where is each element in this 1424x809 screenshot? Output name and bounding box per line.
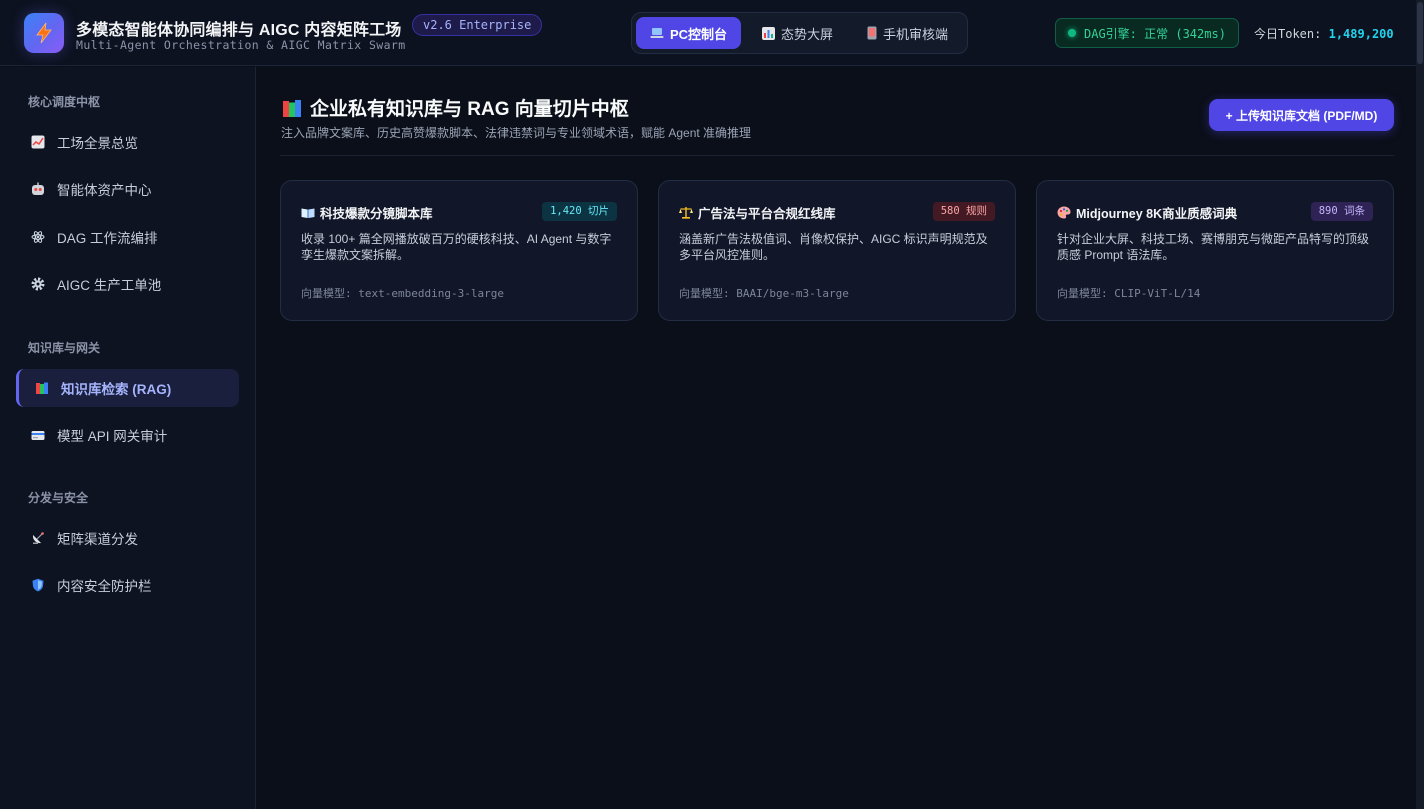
knowledge-base-card[interactable]: 广告法与平台合规红线库 580 规则 涵盖新广告法极值词、肖像权保护、AIGC …: [658, 180, 1016, 321]
robot-icon: [31, 182, 45, 196]
card-description: 针对企业大屏、科技工场、赛博朋克与微距产品特写的顶级质感 Prompt 语法库。: [1057, 232, 1370, 262]
engine-status-text: DAG引擎: 正常 (342ms): [1084, 26, 1226, 41]
version-badge: v2.6 Enterprise: [412, 14, 543, 36]
header-divider: [280, 155, 1394, 156]
gear-icon: [31, 277, 45, 291]
card-description: 收录 100+ 篇全网播放破百万的硬核科技、AI Agent 与数字孪生爆款文案…: [301, 232, 612, 262]
tab-situation-screen[interactable]: 态势大屏: [748, 17, 847, 49]
credit-card-icon: [31, 428, 45, 442]
scrollbar-thumb[interactable]: [1417, 2, 1423, 64]
embedding-model-label: 向量模型: CLIP-ViT-L/14: [1057, 287, 1201, 300]
sidebar-group-title: 核心调度中枢: [28, 95, 101, 109]
tab-label: 手机审核端: [883, 26, 949, 42]
term-count-badge: 890 词条: [1310, 202, 1373, 221]
sidebar-item-agent-assets[interactable]: 智能体资产中心: [16, 170, 239, 208]
token-value: 1,489,200: [1328, 27, 1394, 41]
knowledge-base-card[interactable]: 科技爆款分镜脚本库 1,420 切片 收录 100+ 篇全网播放破百万的硬核科技…: [280, 180, 638, 321]
tab-pc-console[interactable]: PC控制台: [636, 17, 742, 49]
sidebar: 核心调度中枢 工场全景总览 智能体资产中心 DAG 工作流编排 AIGC 生产工…: [0, 67, 256, 809]
books-icon: [35, 381, 49, 395]
card-title: Midjourney 8K商业质感词典: [1057, 203, 1237, 222]
tab-label: PC控制台: [670, 26, 728, 42]
page-title: 企业私有知识库与 RAG 向量切片中枢: [282, 94, 629, 121]
balance-scale-icon: [679, 207, 693, 219]
sidebar-item-label: 内容安全防护栏: [57, 579, 152, 594]
rule-count-badge: 580 规则: [932, 202, 995, 221]
page-scrollbar[interactable]: [1416, 0, 1424, 809]
sidebar-item-label: 智能体资产中心: [57, 183, 152, 198]
sidebar-item-channel-distribution[interactable]: 矩阵渠道分发: [16, 519, 239, 557]
embedding-model-label: 向量模型: BAAI/bge-m3-large: [679, 287, 849, 300]
tab-mobile-review[interactable]: 手机审核端: [853, 17, 962, 49]
bar-chart-icon: [762, 26, 775, 40]
app-title: 多模态智能体协同编排与 AIGC 内容矩阵工场: [76, 22, 402, 39]
card-title-text: 广告法与平台合规红线库: [698, 207, 836, 221]
books-icon: [283, 99, 301, 117]
sidebar-group-title: 知识库与网关: [28, 341, 101, 355]
page-title-text: 企业私有知识库与 RAG 向量切片中枢: [310, 99, 629, 120]
card-title: 广告法与平台合规红线库: [679, 203, 836, 222]
sidebar-item-overview[interactable]: 工场全景总览: [16, 123, 239, 161]
upload-document-button[interactable]: + 上传知识库文档 (PDF/MD): [1209, 99, 1394, 131]
trend-chart-icon: [31, 135, 45, 149]
sidebar-group-title: 分发与安全: [28, 491, 89, 505]
open-book-icon: [301, 208, 315, 218]
sidebar-item-label: AIGC 生产工单池: [57, 278, 162, 293]
sidebar-item-label: DAG 工作流编排: [57, 231, 158, 246]
token-label: 今日Token:: [1254, 27, 1322, 41]
atom-icon: [31, 230, 45, 244]
sidebar-item-rag-search[interactable]: 知识库检索 (RAG): [16, 369, 239, 407]
shield-icon: [31, 578, 45, 592]
app-subtitle: Multi-Agent Orchestration & AIGC Matrix …: [76, 38, 406, 52]
tab-label: 态势大屏: [781, 26, 834, 42]
card-title-text: Midjourney 8K商业质感词典: [1076, 207, 1238, 221]
main-content: 企业私有知识库与 RAG 向量切片中枢 注入品牌文案库、历史高赞爆款脚本、法律违…: [256, 67, 1416, 809]
sidebar-item-label: 工场全景总览: [57, 136, 138, 151]
satellite-dish-icon: [31, 531, 45, 545]
mobile-phone-icon: [867, 26, 877, 40]
slice-count-badge: 1,420 切片: [542, 202, 617, 221]
card-title-text: 科技爆款分镜脚本库: [320, 207, 433, 221]
knowledge-base-card[interactable]: Midjourney 8K商业质感词典 890 词条 针对企业大屏、科技工场、赛…: [1036, 180, 1394, 321]
card-description: 涵盖新广告法极值词、肖像权保护、AIGC 标识声明规范及多平台风控准则。: [679, 232, 988, 262]
engine-status-badge: DAG引擎: 正常 (342ms): [1055, 18, 1239, 48]
sidebar-item-dag-workflow[interactable]: DAG 工作流编排: [16, 218, 239, 256]
palette-icon: [1057, 206, 1071, 219]
laptop-icon: [650, 28, 664, 38]
sidebar-item-label: 矩阵渠道分发: [57, 532, 138, 547]
lightning-icon: [36, 22, 52, 44]
top-header: 多模态智能体协同编排与 AIGC 内容矩阵工场 v2.6 Enterprise …: [0, 0, 1416, 66]
app-logo[interactable]: [24, 13, 64, 53]
sidebar-item-api-gateway[interactable]: 模型 API 网关审计: [16, 416, 239, 454]
token-counter: 今日Token: 1,489,200: [1254, 25, 1394, 42]
embedding-model-label: 向量模型: text-embedding-3-large: [301, 287, 504, 300]
sidebar-item-label: 知识库检索 (RAG): [61, 382, 172, 397]
status-dot-icon: [1068, 29, 1076, 37]
sidebar-item-production-orders[interactable]: AIGC 生产工单池: [16, 265, 239, 303]
sidebar-item-label: 模型 API 网关审计: [57, 429, 168, 444]
view-switcher: PC控制台 态势大屏 手机审核端: [631, 12, 968, 54]
page-subtitle: 注入品牌文案库、历史高赞爆款脚本、法律违禁词与专业领域术语，赋能 Agent 准…: [281, 126, 752, 140]
card-title: 科技爆款分镜脚本库: [301, 203, 433, 222]
sidebar-item-content-safety[interactable]: 内容安全防护栏: [16, 566, 239, 604]
